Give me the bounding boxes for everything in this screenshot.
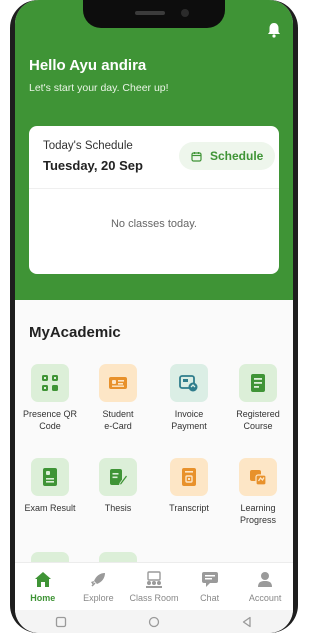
- rocket-icon: [88, 571, 108, 589]
- notification-bell-icon[interactable]: [267, 22, 281, 38]
- menu-label: Learning Progress: [239, 503, 276, 525]
- schedule-button-label: Schedule: [210, 149, 264, 163]
- menu-label: Thesis: [104, 503, 132, 513]
- transcript-icon: [170, 458, 208, 496]
- menu-item-invoice-payment[interactable]: Invoice Payment: [157, 364, 221, 432]
- menu-label: Exam Result: [24, 503, 76, 513]
- nav-label: Explore: [83, 592, 114, 603]
- qr-code-icon: [31, 364, 69, 402]
- menu-label: Student e-Card: [102, 409, 134, 431]
- phone-frame: Hello Ayu andira Let's start your day. C…: [10, 0, 298, 633]
- bottom-navigation: Home Explore Class Room Chat Account: [15, 562, 293, 610]
- invoice-icon: [170, 364, 208, 402]
- id-card-icon: [99, 364, 137, 402]
- back-icon[interactable]: [241, 616, 253, 628]
- menu-item-presence-qr[interactable]: Presence QR Code: [18, 364, 82, 432]
- menu-label: Transcript: [169, 503, 209, 513]
- no-classes-message: No classes today.: [110, 218, 197, 230]
- partial-menu-icon: [31, 552, 69, 562]
- app-screen: Hello Ayu andira Let's start your day. C…: [15, 0, 293, 633]
- nav-chat[interactable]: Chat: [182, 571, 237, 603]
- menu-item-thesis[interactable]: Thesis: [86, 458, 150, 514]
- exam-result-icon: [31, 458, 69, 496]
- partial-menu-icon: [99, 552, 137, 562]
- nav-classroom[interactable]: Class Room: [126, 570, 181, 603]
- nav-label: Chat: [200, 592, 220, 603]
- learning-progress-icon: [239, 458, 277, 496]
- menu-label: Registered Course: [236, 409, 280, 431]
- course-book-icon: [239, 364, 277, 402]
- classroom-icon: [144, 570, 164, 589]
- menu-item-learning-progress[interactable]: Learning Progress: [226, 458, 290, 526]
- card-divider: [29, 188, 279, 189]
- chat-icon: [200, 571, 220, 589]
- system-home-icon[interactable]: [148, 616, 160, 628]
- schedule-button[interactable]: Schedule: [179, 142, 275, 170]
- calendar-icon: [191, 151, 202, 162]
- myacademic-title: MyAcademic: [29, 324, 121, 341]
- home-icon: [33, 571, 53, 589]
- schedule-date: Tuesday, 20 Sep: [43, 158, 143, 173]
- speaker-grille: [135, 11, 165, 15]
- menu-item-registered-course[interactable]: Registered Course: [226, 364, 290, 432]
- todays-schedule-card: Today's Schedule Tuesday, 20 Sep Schedul…: [29, 126, 279, 274]
- recent-apps-icon[interactable]: [55, 616, 67, 628]
- greeting-subtitle: Let's start your day. Cheer up!: [29, 82, 169, 94]
- front-camera: [181, 9, 189, 17]
- greeting-title: Hello Ayu andira: [29, 57, 147, 74]
- nav-label: Home: [30, 592, 56, 603]
- nav-home[interactable]: Home: [15, 571, 70, 603]
- nav-explore[interactable]: Explore: [71, 571, 126, 603]
- system-navigation-bar: [15, 610, 293, 633]
- camera-notch: [83, 0, 225, 28]
- nav-label: Account: [248, 592, 282, 603]
- menu-label: Invoice Payment: [171, 409, 207, 431]
- schedule-label: Today's Schedule: [43, 140, 133, 152]
- menu-item-transcript[interactable]: Transcript: [157, 458, 221, 514]
- greeting-header: Hello Ayu andira Let's start your day. C…: [15, 0, 293, 300]
- nav-account[interactable]: Account: [238, 571, 293, 603]
- thesis-icon: [99, 458, 137, 496]
- menu-label: Presence QR Code: [22, 409, 78, 431]
- menu-item-student-ecard[interactable]: Student e-Card: [86, 364, 150, 432]
- nav-label: Class Room: [129, 592, 179, 603]
- menu-item-exam-result[interactable]: Exam Result: [18, 458, 82, 514]
- account-icon: [255, 571, 275, 589]
